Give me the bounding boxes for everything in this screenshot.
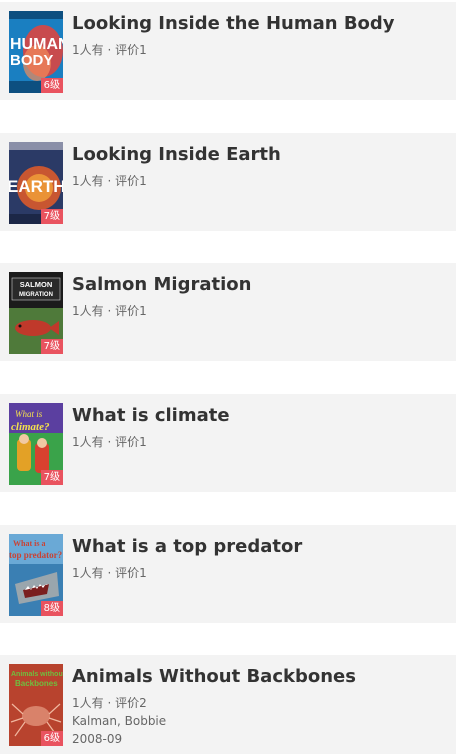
book-item[interactable]: HUMAN BODY 6级 Looking Inside the Human B… — [0, 2, 456, 100]
book-meta: 1人有 · 评价1 — [72, 172, 147, 190]
book-title[interactable]: Looking Inside the Human Body — [72, 11, 452, 37]
book-meta: 1人有 · 评价2 — [72, 694, 147, 712]
owner-count: 1人有 — [72, 304, 104, 318]
svg-text:What is: What is — [15, 409, 43, 419]
meta-separator: · — [107, 696, 112, 710]
rating-count: 评价1 — [115, 566, 147, 580]
book-cover[interactable]: SALMON MIGRATION 7级 — [9, 272, 63, 354]
meta-separator: · — [107, 566, 112, 580]
book-title[interactable]: What is a top predator — [72, 534, 452, 560]
book-meta: 1人有 · 评价1 — [72, 41, 147, 59]
book-cover[interactable]: EARTH 7级 — [9, 142, 63, 224]
owner-count: 1人有 — [72, 566, 104, 580]
book-list: HUMAN BODY 6级 Looking Inside the Human B… — [0, 0, 456, 754]
owner-count: 1人有 — [72, 435, 104, 449]
book-meta: 1人有 · 评价1 — [72, 302, 147, 320]
book-item[interactable]: SALMON MIGRATION 7级 Salmon Migration 1人有… — [0, 263, 456, 361]
book-title[interactable]: Looking Inside Earth — [72, 142, 452, 168]
level-badge: 6级 — [40, 731, 63, 746]
svg-text:HUMAN: HUMAN — [10, 36, 63, 53]
rating-count: 评价2 — [115, 696, 147, 710]
level-badge: 7级 — [40, 339, 63, 354]
book-item[interactable]: Animals without Backbones 6级 Animals Wit… — [0, 655, 456, 754]
owner-count: 1人有 — [72, 696, 104, 710]
book-item[interactable]: What is climate? 7级 What is climate 1人有 … — [0, 394, 456, 492]
book-cover[interactable]: HUMAN BODY 6级 — [9, 11, 63, 93]
book-cover[interactable]: Animals without Backbones 6级 — [9, 664, 63, 746]
book-meta: 1人有 · 评价1 — [72, 433, 147, 451]
level-badge: 7级 — [40, 470, 63, 485]
owner-count: 1人有 — [72, 174, 104, 188]
book-cover[interactable]: What is a top predator? 8级 — [9, 534, 63, 616]
book-item[interactable]: What is a top predator? 8级 What is a top… — [0, 525, 456, 623]
book-title[interactable]: Animals Without Backbones — [72, 664, 452, 690]
level-badge: 8级 — [40, 601, 63, 616]
rating-count: 评价1 — [115, 304, 147, 318]
meta-separator: · — [107, 43, 112, 57]
rating-count: 评价1 — [115, 43, 147, 57]
svg-text:What is a: What is a — [13, 539, 45, 548]
owner-count: 1人有 — [72, 43, 104, 57]
svg-text:SALMON: SALMON — [20, 280, 53, 289]
rating-count: 评价1 — [115, 435, 147, 449]
book-title[interactable]: Salmon Migration — [72, 272, 452, 298]
book-item[interactable]: EARTH 7级 Looking Inside Earth 1人有 · 评价1 — [0, 133, 456, 231]
book-cover[interactable]: What is climate? 7级 — [9, 403, 63, 485]
svg-text:climate?: climate? — [11, 421, 50, 433]
book-meta: 1人有 · 评价1 — [72, 564, 147, 582]
book-title[interactable]: What is climate — [72, 403, 452, 429]
book-date: 2008-09 — [72, 732, 123, 746]
svg-text:BODY: BODY — [10, 52, 53, 69]
level-badge: 7级 — [40, 209, 63, 224]
book-author: Kalman, Bobbie — [72, 714, 167, 728]
rating-count: 评价1 — [115, 174, 147, 188]
meta-separator: · — [107, 174, 112, 188]
svg-text:MIGRATION: MIGRATION — [19, 292, 53, 298]
meta-separator: · — [107, 435, 112, 449]
meta-separator: · — [107, 304, 112, 318]
svg-text:top predator?: top predator? — [9, 550, 62, 560]
level-badge: 6级 — [40, 78, 63, 93]
svg-text:Backbones: Backbones — [15, 679, 58, 688]
svg-text:Animals without: Animals without — [11, 671, 63, 678]
svg-text:EARTH: EARTH — [9, 177, 63, 196]
